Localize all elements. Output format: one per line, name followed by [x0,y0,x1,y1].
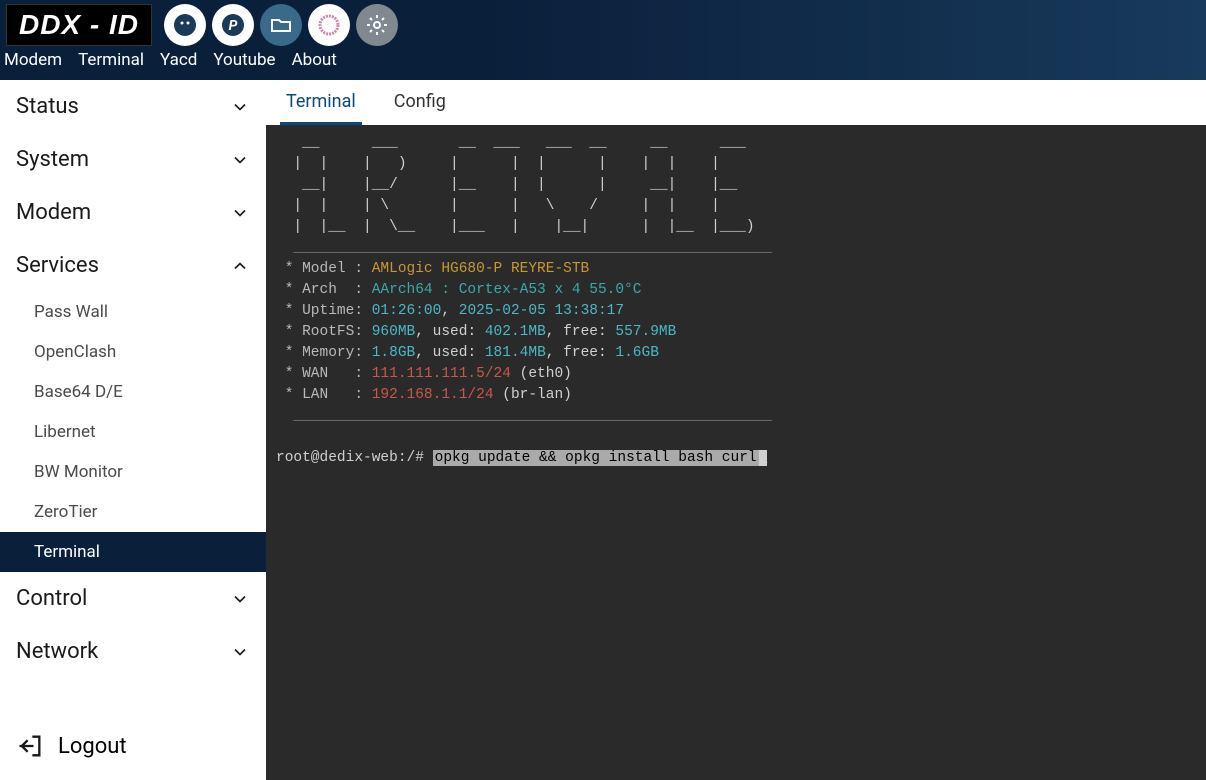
logout-label: Logout [58,734,127,759]
sidebar: Status System Modem Services Pass Wall O… [0,80,266,780]
submenu-bwmonitor[interactable]: BW Monitor [0,452,266,492]
chevron-up-icon [230,256,250,276]
submenu-services: Pass Wall OpenClash Base64 D/E Libernet … [0,292,266,572]
nav-youtube[interactable]: Youtube [213,50,275,70]
icon-row: P [164,4,398,46]
chevron-down-icon [230,150,250,170]
nav-terminal[interactable]: Terminal [78,50,144,70]
p-icon[interactable]: P [212,4,254,46]
folder-icon[interactable] [260,4,302,46]
menu-modem[interactable]: Modem [0,186,266,239]
cat-icon[interactable] [164,4,206,46]
chevron-down-icon [230,589,250,609]
tab-terminal[interactable]: Terminal [280,81,362,125]
tab-config[interactable]: Config [388,81,452,125]
terminal-cursor: _ [759,450,768,466]
chevron-down-icon [230,97,250,117]
submenu-passwall[interactable]: Pass Wall [0,292,266,332]
menu-system[interactable]: System [0,133,266,186]
submenu-openclash[interactable]: OpenClash [0,332,266,372]
nav-about[interactable]: About [292,50,337,70]
menu-status[interactable]: Status [0,80,266,133]
content: Terminal Config __ ___ __ ___ ___ __ __ … [266,80,1206,780]
header: DDX - ID P Modem Terminal Yacd Youtube A… [0,0,1206,80]
menu-services[interactable]: Services [0,239,266,292]
nav-modem[interactable]: Modem [4,50,62,70]
submenu-zerotier[interactable]: ZeroTier [0,492,266,532]
menu-network[interactable]: Network [0,625,266,678]
submenu-terminal[interactable]: Terminal [0,532,266,572]
nav-links: Modem Terminal Yacd Youtube About [0,50,341,74]
submenu-libernet[interactable]: Libernet [0,412,266,452]
gear-icon[interactable] [356,4,398,46]
logout-icon [16,732,44,760]
main: Status System Modem Services Pass Wall O… [0,80,1206,780]
terminal-prompt: root@dedix-web:/# [276,450,433,466]
dial-icon[interactable] [308,4,350,46]
nav-yacd[interactable]: Yacd [160,50,197,70]
svg-text:P: P [229,18,238,34]
tabs: Terminal Config [266,80,1206,125]
header-top: DDX - ID P [0,0,404,50]
logo[interactable]: DDX - ID [6,4,152,46]
terminal-command: opkg update && opkg install bash curl [433,450,759,466]
chevron-down-icon [230,642,250,662]
terminal-output[interactable]: __ ___ __ ___ ___ __ __ ___ | | | ) | | … [266,125,1206,780]
chevron-down-icon [230,203,250,223]
menu-control[interactable]: Control [0,572,266,625]
logout-button[interactable]: Logout [0,712,266,780]
submenu-base64[interactable]: Base64 D/E [0,372,266,412]
